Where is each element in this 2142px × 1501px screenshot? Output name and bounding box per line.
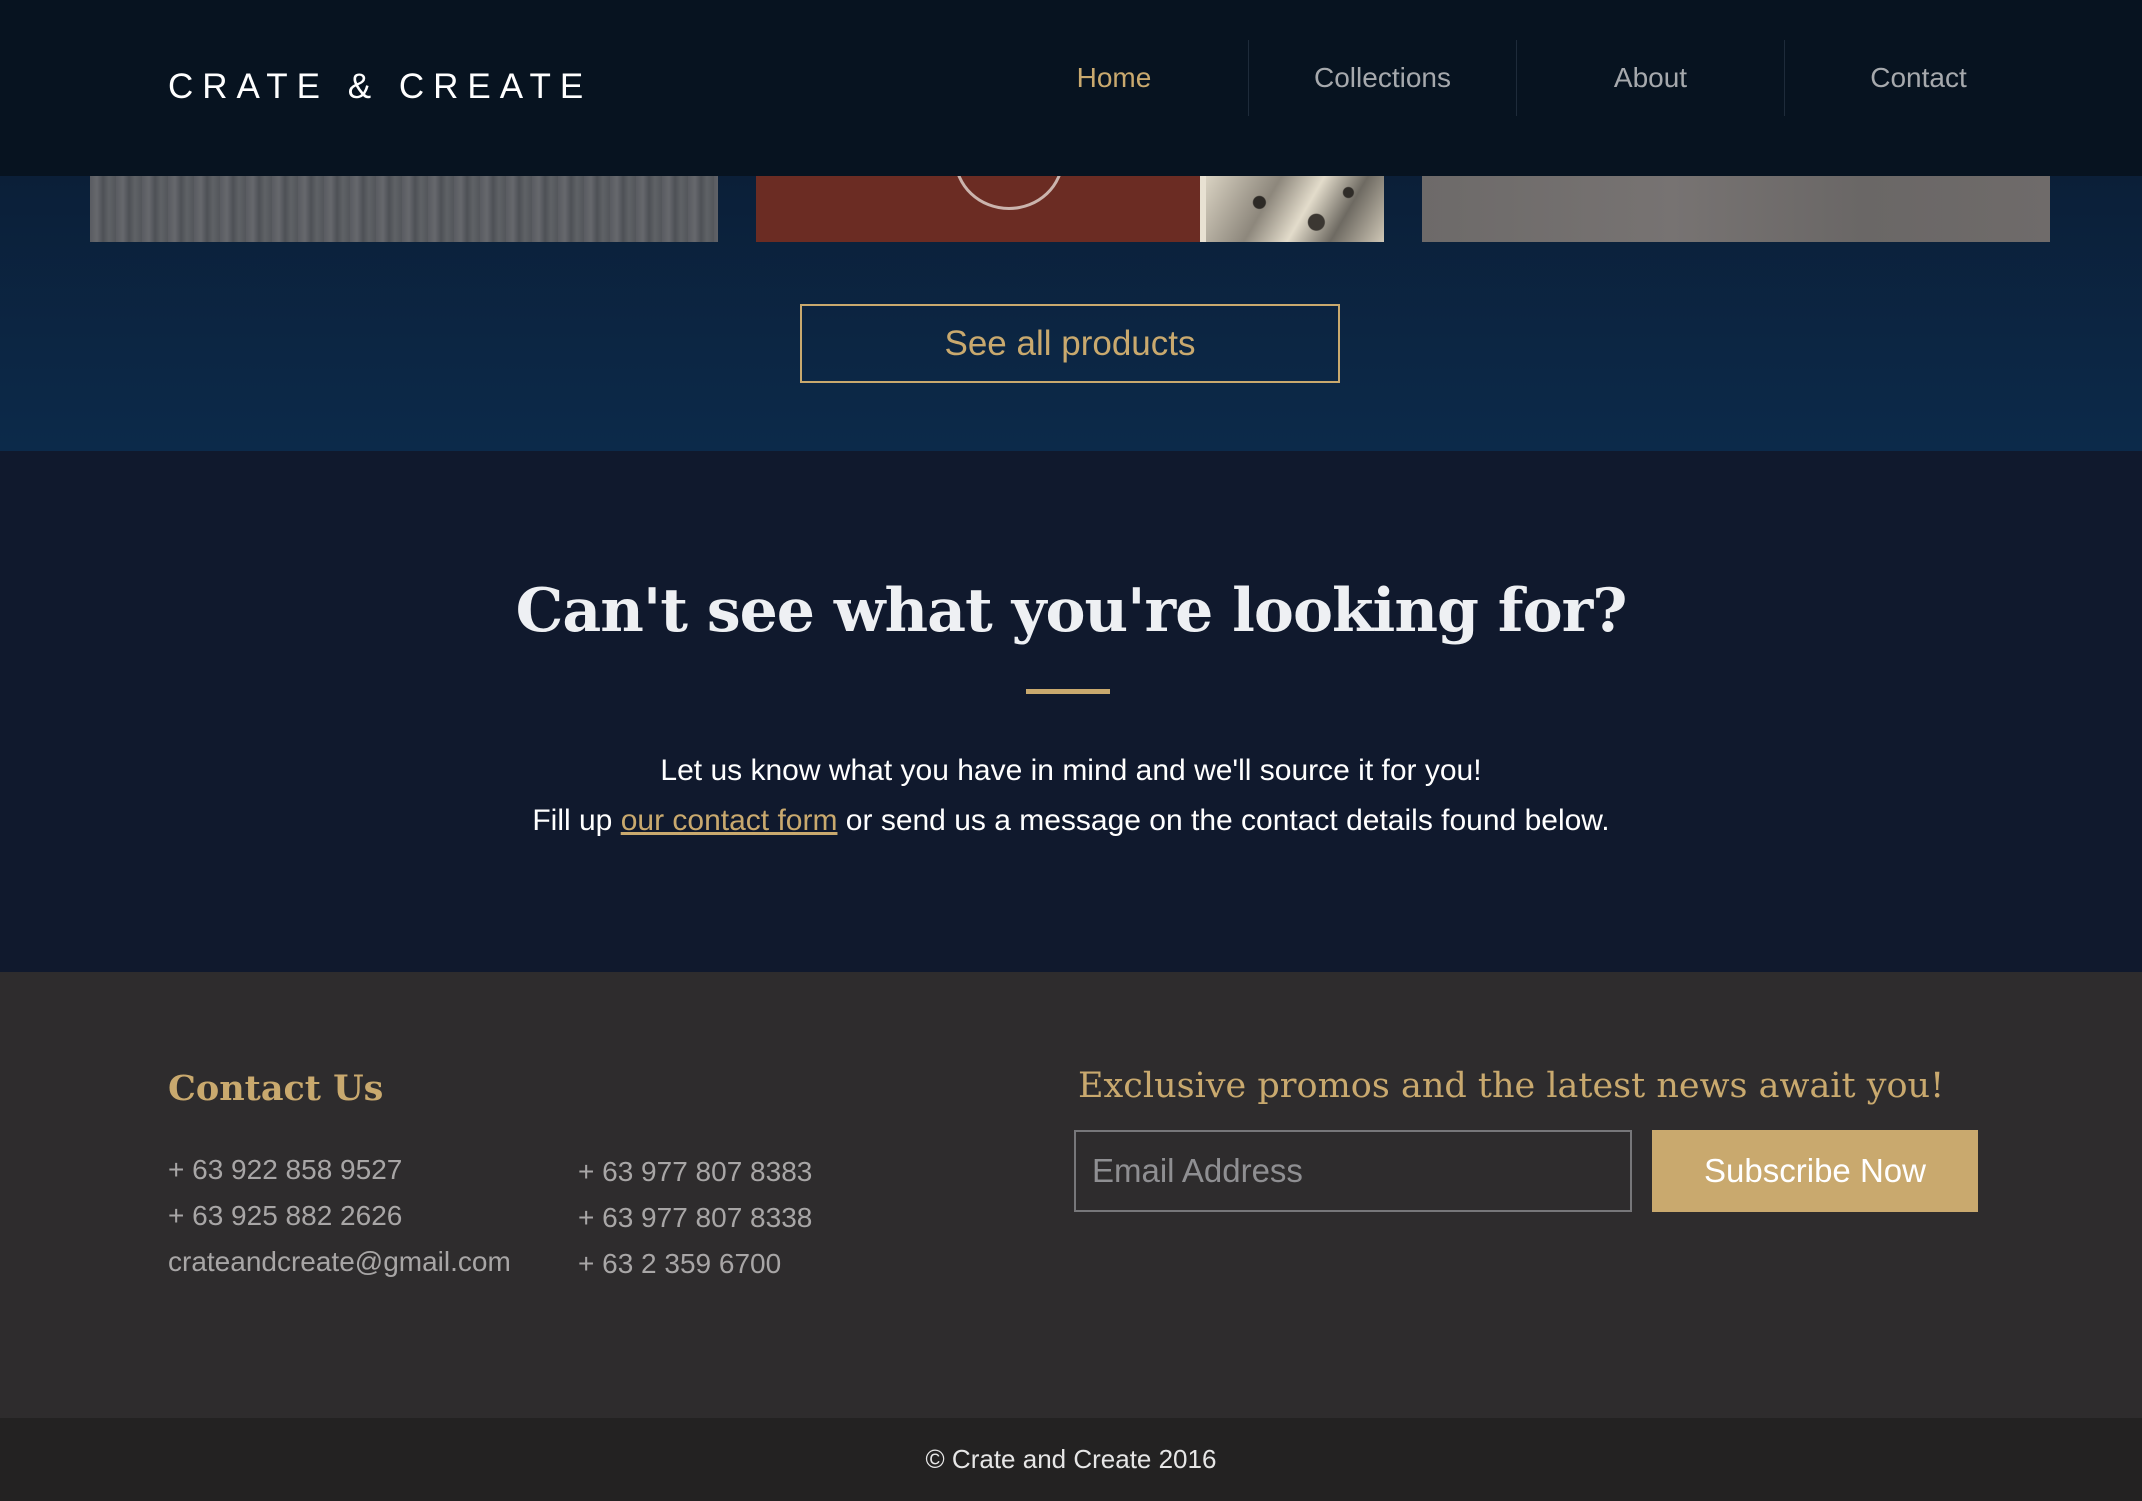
product-image-1[interactable] (90, 176, 718, 242)
nav-home[interactable]: Home (980, 40, 1248, 116)
phone-number[interactable]: + 63 925 882 2626 (168, 1193, 511, 1239)
contact-us-heading: Contact Us (168, 1068, 384, 1109)
contact-column-1: + 63 922 858 9527 + 63 925 882 2626 crat… (168, 1147, 511, 1285)
contact-form-link[interactable]: our contact form (621, 804, 838, 837)
subscribe-button[interactable]: Subscribe Now (1652, 1130, 1978, 1212)
phone-number[interactable]: + 63 922 858 9527 (168, 1147, 511, 1193)
product-image-2[interactable] (756, 176, 1384, 242)
copyright-bar: © Crate and Create 2016 (0, 1418, 2142, 1501)
cta-line-2-end: or send us a message on the contact deta… (837, 804, 1610, 837)
phone-number[interactable]: + 63 977 807 8383 (578, 1149, 812, 1195)
cta-description: Let us know what you have in mind and we… (0, 746, 2142, 846)
cta-heading: Can't see what you're looking for? (515, 576, 1628, 646)
newsletter-promo-text: Exclusive promos and the latest news awa… (1078, 1066, 1945, 1106)
nav-contact[interactable]: Contact (1784, 40, 2052, 116)
glass-decanter-shape (954, 176, 1064, 210)
site-header: CRATE & CREATE Home Collections About Co… (0, 0, 2142, 176)
sourcing-cta-section: Can't see what you're looking for? Let u… (0, 451, 2142, 972)
newsletter-email-input[interactable] (1074, 1130, 1632, 1212)
contact-column-2: + 63 977 807 8383 + 63 977 807 8338 + 63… (578, 1149, 812, 1287)
nav-about[interactable]: About (1516, 40, 1784, 116)
cta-line-1: Let us know what you have in mind and we… (660, 754, 1482, 787)
main-nav: Home Collections About Contact (980, 40, 2052, 116)
product-image-3[interactable] (1422, 176, 2050, 242)
phone-number[interactable]: + 63 2 359 6700 (578, 1241, 812, 1287)
site-footer: Contact Us + 63 922 858 9527 + 63 925 88… (0, 972, 2142, 1418)
nav-collections[interactable]: Collections (1248, 40, 1516, 116)
copyright-text: © Crate and Create 2016 (925, 1444, 1217, 1474)
email-address[interactable]: crateandcreate@gmail.com (168, 1239, 511, 1285)
see-all-products-button[interactable]: See all products (800, 304, 1340, 383)
gold-divider (1026, 689, 1110, 694)
products-section: See all products (0, 176, 2142, 451)
phone-number[interactable]: + 63 977 807 8338 (578, 1195, 812, 1241)
cta-line-2: Fill up our contact form or send us a me… (0, 796, 2142, 846)
cta-line-2-start: Fill up (532, 804, 621, 837)
marble-board-shape (1200, 176, 1384, 242)
site-logo[interactable]: CRATE & CREATE (168, 62, 592, 112)
